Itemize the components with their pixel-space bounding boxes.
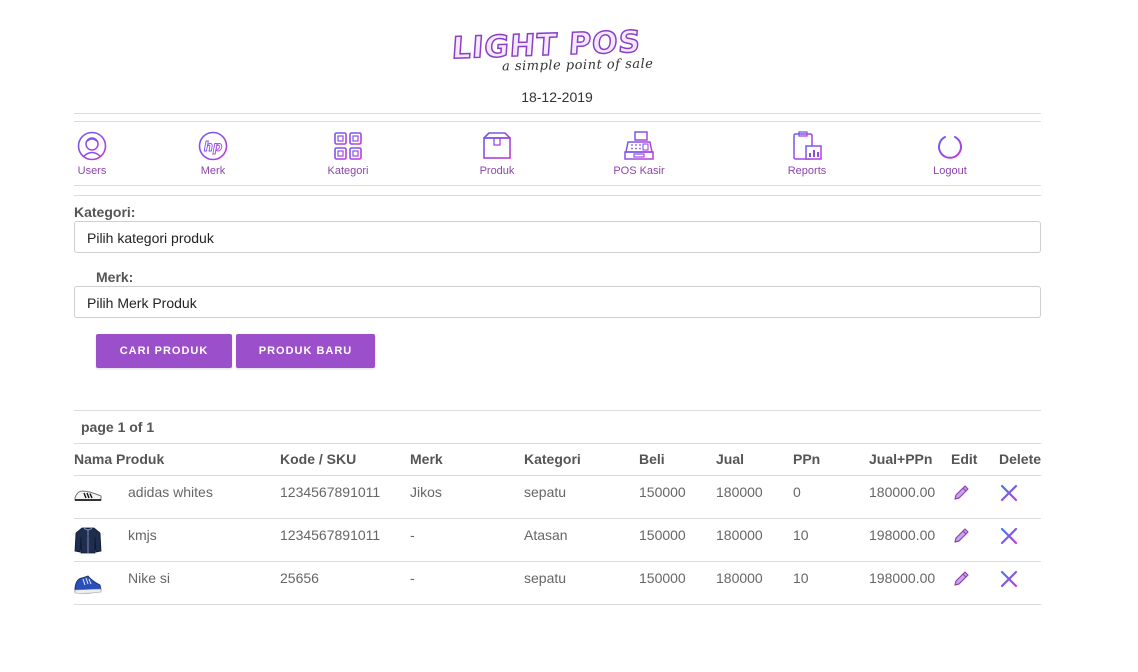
nav-label: Reports <box>787 165 827 177</box>
product-name: Nike si <box>128 570 171 586</box>
product-sku: 25656 <box>280 570 319 586</box>
nav-label: Logout <box>933 165 967 177</box>
nav-produk[interactable]: Produk <box>452 130 542 177</box>
delete-x-icon[interactable] <box>999 569 1019 589</box>
col-header-beli: Beli <box>639 451 665 467</box>
divider <box>74 195 1041 196</box>
product-ppn: 0 <box>793 484 801 500</box>
product-beli: 150000 <box>639 484 686 500</box>
divider <box>74 113 1041 114</box>
product-merk: - <box>410 570 415 586</box>
nav-merk[interactable]: hp Merk <box>168 130 258 177</box>
sneaker-blue-icon <box>74 575 102 594</box>
grid-icon <box>334 132 362 160</box>
divider <box>74 410 1041 411</box>
current-date: 18-12-2019 <box>521 89 593 105</box>
product-kategori: Atasan <box>524 527 568 543</box>
divider <box>74 561 1041 562</box>
divider <box>74 121 1041 122</box>
col-header-merk: Merk <box>410 451 443 467</box>
product-name: adidas whites <box>128 484 213 500</box>
divider <box>74 185 1041 186</box>
col-header-jual-ppn: Jual+PPn <box>869 451 933 467</box>
sneaker-white-icon <box>74 490 102 501</box>
product-merk: - <box>410 527 415 543</box>
product-jual: 180000 <box>716 527 763 543</box>
col-header-jual: Jual <box>716 451 745 467</box>
product-sku: 1234567891011 <box>280 484 381 500</box>
divider <box>74 475 1041 476</box>
produk-baru-button[interactable]: PRODUK BARU <box>236 334 375 368</box>
col-header-ppn: PPn <box>793 451 821 467</box>
edit-pencil-icon[interactable] <box>951 526 971 546</box>
edit-pencil-icon[interactable] <box>951 569 971 589</box>
page-info: page 1 of 1 <box>81 419 155 435</box>
col-header-sku: Kode / SKU <box>280 451 357 467</box>
product-ppn: 10 <box>793 570 809 586</box>
col-header-kategori: Kategori <box>524 451 581 467</box>
product-merk: Jikos <box>410 484 442 500</box>
product-jual-ppn: 180000.00 <box>869 484 936 500</box>
kategori-label: Kategori: <box>74 204 136 220</box>
product-kategori: sepatu <box>524 484 567 500</box>
product-kategori: sepatu <box>524 570 567 586</box>
nav-kategori[interactable]: Kategori <box>303 130 393 177</box>
edit-pencil-icon[interactable] <box>951 483 971 503</box>
merk-select[interactable]: Pilih Merk Produk <box>74 286 1041 318</box>
merk-label: Merk: <box>96 269 134 285</box>
kategori-select[interactable]: Pilih kategori produk <box>74 221 1041 253</box>
nav-label: Kategori <box>327 165 369 177</box>
product-beli: 150000 <box>639 570 686 586</box>
delete-x-icon[interactable] <box>999 483 1019 503</box>
product-ppn: 10 <box>793 527 809 543</box>
cari-produk-button[interactable]: CARI PRODUK <box>96 334 232 368</box>
col-header-nama: Nama Produk <box>74 451 165 467</box>
divider <box>74 443 1041 444</box>
product-jual: 180000 <box>716 484 763 500</box>
nav-label: Produk <box>479 165 515 177</box>
product-jual-ppn: 198000.00 <box>869 527 936 543</box>
svg-text:hp: hp <box>204 140 223 155</box>
box-icon <box>483 132 511 159</box>
nav-users[interactable]: Users <box>47 130 137 177</box>
nav-logout[interactable]: Logout <box>905 130 995 177</box>
app-logo: LIGHT POS a simple point of sale <box>450 24 662 80</box>
product-jual: 180000 <box>716 570 763 586</box>
power-icon <box>938 131 962 159</box>
hp-logo-icon: hp <box>198 131 228 161</box>
nav-pos-kasir[interactable]: POS Kasir <box>594 130 684 177</box>
product-jual-ppn: 198000.00 <box>869 570 936 586</box>
product-beli: 150000 <box>639 527 686 543</box>
jacket-icon <box>74 527 102 554</box>
logo-subtitle: a simple point of sale <box>501 56 654 75</box>
nav-label: Merk <box>200 165 226 177</box>
user-icon <box>77 131 107 161</box>
col-header-delete: Delete <box>999 451 1042 467</box>
cash-register-icon <box>624 131 654 160</box>
product-name: kmjs <box>128 527 157 543</box>
divider <box>74 604 1041 605</box>
product-sku: 1234567891011 <box>280 527 381 543</box>
nav-reports[interactable]: Reports <box>762 130 852 177</box>
nav-label: POS Kasir <box>613 165 665 177</box>
clipboard-chart-icon <box>793 131 822 160</box>
divider <box>74 518 1041 519</box>
nav-label: Users <box>77 165 107 177</box>
col-header-edit: Edit <box>951 451 978 467</box>
delete-x-icon[interactable] <box>999 526 1019 546</box>
